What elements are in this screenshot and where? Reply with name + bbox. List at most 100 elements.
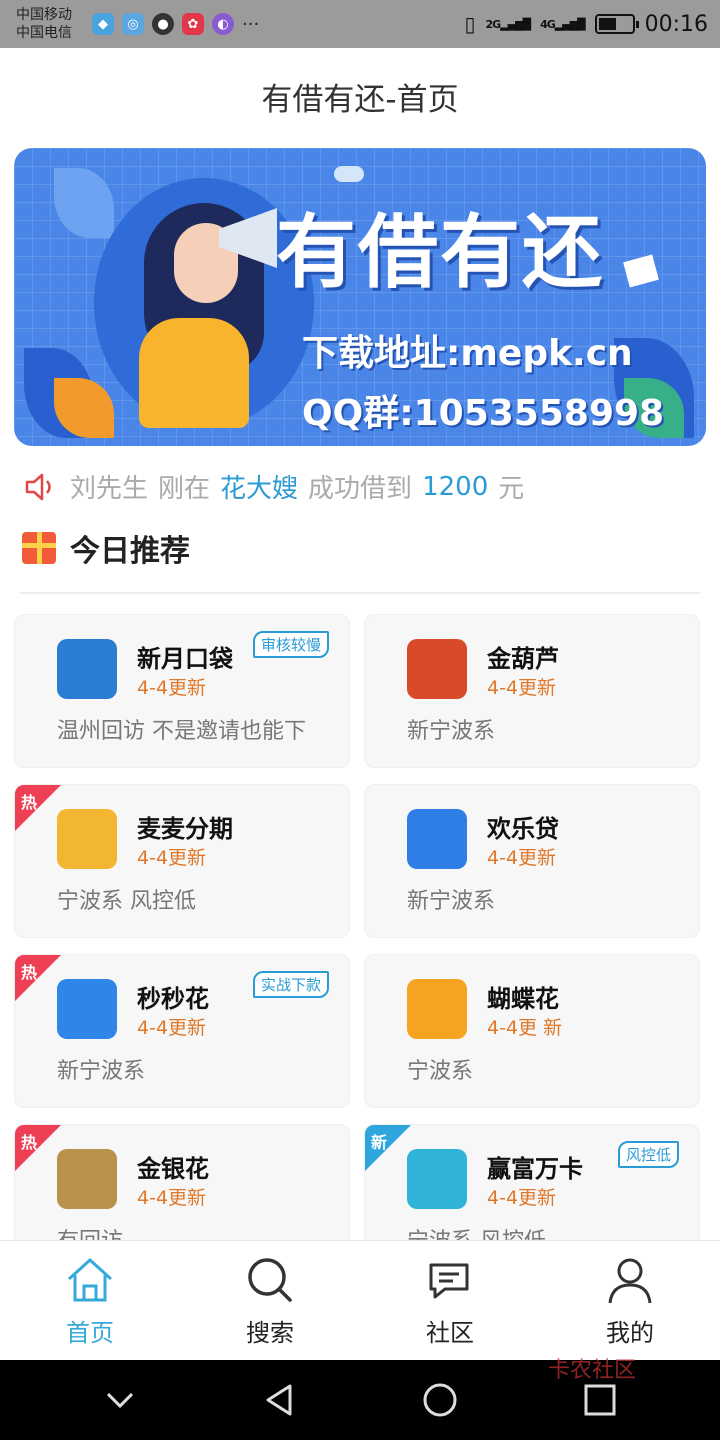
product-name: 蝴蝶花 [487, 985, 559, 1013]
corner-badge-label: 热 [21, 963, 38, 982]
product-update: 4-4更新 [137, 677, 207, 699]
gift-app-icon: ✿ [182, 13, 204, 35]
bottom-nav: 首页 搜索 社区 我的 [0, 1240, 720, 1360]
product-logo-icon [57, 809, 117, 869]
carrier-info: 中国移动 中国电信 [16, 6, 84, 42]
product-desc: 宁波系 风控低 [407, 1223, 546, 1240]
corner-badge: 热 [15, 785, 61, 831]
more-notifications-icon: ··· [242, 13, 260, 35]
corner-badge-label: 新 [371, 1133, 388, 1152]
ticker-unit: 元 [498, 474, 525, 504]
network-4g-label: 4G [540, 17, 556, 31]
shield-app-icon: ◆ [92, 13, 114, 35]
product-card[interactable]: 热 麦麦分期 4-4更新 宁波系 风控低 [14, 784, 350, 938]
network-4g-signal-icon: 4G▂▄▆█ [540, 17, 586, 31]
vibrate-icon: ▯ [464, 12, 476, 36]
product-logo-icon [57, 639, 117, 699]
nav-mine-label: 我的 [606, 1319, 654, 1347]
cloud-decoration [334, 166, 364, 182]
battery-fill [598, 18, 617, 30]
banner-title: 有借有还 [276, 206, 604, 299]
ticker-result: 成功借到 [308, 474, 413, 504]
notification-icons: ◆ ◎ ● ✿ ◐ ··· [92, 13, 259, 35]
chat-app-icon: ● [152, 13, 174, 35]
home-icon [67, 1258, 113, 1302]
corner-badge: 热 [15, 1125, 61, 1171]
home-circle-icon[interactable] [420, 1380, 460, 1420]
gift-icon [22, 532, 56, 564]
product-desc: 新宁波系 [407, 889, 496, 914]
product-logo-icon [407, 979, 467, 1039]
leaf-decoration [54, 168, 114, 238]
page-title: 有借有还-首页 [261, 81, 459, 118]
carrier-2: 中国电信 [16, 25, 72, 41]
product-name: 秒秒花 [137, 985, 209, 1013]
product-tag: 实战下款 [252, 971, 329, 998]
ticker-product[interactable]: 花大嫂 [220, 468, 298, 505]
nav-search-label: 搜索 [246, 1319, 294, 1347]
ticker-name: 刘先生 [70, 474, 149, 504]
section-header: 今日推荐 [22, 526, 190, 570]
girl-body [139, 318, 249, 428]
nav-search[interactable]: 搜索 [180, 1241, 360, 1360]
product-update: 4-4更新 [487, 1187, 557, 1209]
product-update: 4-4更新 [487, 847, 557, 869]
product-card[interactable]: 新 赢富万卡 4-4更新 宁波系 风控低 风控低 [364, 1124, 700, 1240]
product-card[interactable]: 金葫芦 4-4更新 新宁波系 [364, 614, 700, 768]
corner-badge-label: 热 [21, 793, 38, 812]
nav-home[interactable]: 首页 [0, 1241, 180, 1360]
product-name: 欢乐贷 [487, 815, 559, 843]
battery-icon [594, 14, 639, 34]
product-desc: 温州回访 不是邀请也能下 [57, 719, 306, 744]
product-update: 4-4更新 [487, 677, 557, 699]
product-card[interactable]: 蝴蝶花 4-4更 新 宁波系 [364, 954, 700, 1108]
product-card[interactable]: 热 金银花 4-4更新 有回访 [14, 1124, 350, 1240]
banner-qq-group: QQ群:1053558998 [302, 393, 665, 434]
promo-banner[interactable]: 有借有还 下载地址:mepk.cn QQ群:1053558998 [14, 148, 706, 446]
product-update: 4-4更 新 [487, 1017, 563, 1039]
divider [20, 592, 700, 594]
user-icon [608, 1258, 652, 1304]
nav-community-label: 社区 [426, 1319, 474, 1347]
nav-community[interactable]: 社区 [360, 1241, 540, 1360]
product-card[interactable]: 新月口袋 4-4更新 温州回访 不是邀请也能下 审核较慢 [14, 614, 350, 768]
network-2g-signal-icon: 2G▂▄▆█ [485, 17, 532, 31]
ticker-action: 刚在 [158, 474, 211, 504]
product-card[interactable]: 热 秒秒花 4-4更新 新宁波系 实战下款 [14, 954, 350, 1108]
status-bar: 中国移动 中国电信 ◆ ◎ ● ✿ ◐ ··· ▯ 2G▂▄▆█ 4G▂▄▆█ … [0, 0, 720, 48]
product-update: 4-4更新 [137, 1187, 207, 1209]
search-icon [248, 1258, 292, 1302]
clock: 00:16 [644, 11, 708, 37]
mixer-app-icon: ◐ [212, 13, 234, 35]
back-icon[interactable] [260, 1380, 300, 1420]
product-name: 新月口袋 [137, 645, 233, 673]
product-update: 4-4更新 [137, 847, 207, 869]
recents-icon[interactable] [580, 1380, 620, 1420]
product-logo-icon [407, 639, 467, 699]
product-logo-icon [407, 1149, 467, 1209]
product-logo-icon [407, 809, 467, 869]
loan-ticker: 刘先生 刚在 花大嫂 成功借到 1200 元 [24, 468, 534, 505]
ticker-amount: 1200 [422, 471, 489, 502]
carrier-1: 中国移动 [16, 7, 72, 23]
product-desc: 宁波系 风控低 [57, 889, 196, 914]
product-tag: 风控低 [617, 1141, 679, 1168]
corner-badge: 新 [365, 1125, 411, 1171]
section-title: 今日推荐 [70, 534, 190, 569]
recommend-grid: 新月口袋 4-4更新 温州回访 不是邀请也能下 审核较慢 金葫芦 4-4更新 新… [14, 614, 700, 1240]
banner-download-url: 下载地址:mepk.cn [302, 333, 633, 374]
chevron-down-icon[interactable] [100, 1380, 140, 1420]
product-desc: 新宁波系 [407, 719, 496, 744]
product-card[interactable]: 欢乐贷 4-4更新 新宁波系 [364, 784, 700, 938]
product-desc: 新宁波系 [57, 1059, 146, 1084]
product-tag: 审核较慢 [252, 631, 329, 658]
product-name: 金银花 [137, 1155, 209, 1183]
network-2g-label: 2G [485, 17, 502, 31]
nav-home-label: 首页 [66, 1319, 114, 1347]
chat-bubble-icon [429, 1263, 469, 1299]
corner-badge-label: 热 [21, 1133, 38, 1152]
product-desc: 有回访 [57, 1223, 123, 1240]
nav-mine[interactable]: 我的 [540, 1241, 720, 1360]
product-logo-icon [57, 1149, 117, 1209]
product-name: 金葫芦 [487, 645, 559, 673]
